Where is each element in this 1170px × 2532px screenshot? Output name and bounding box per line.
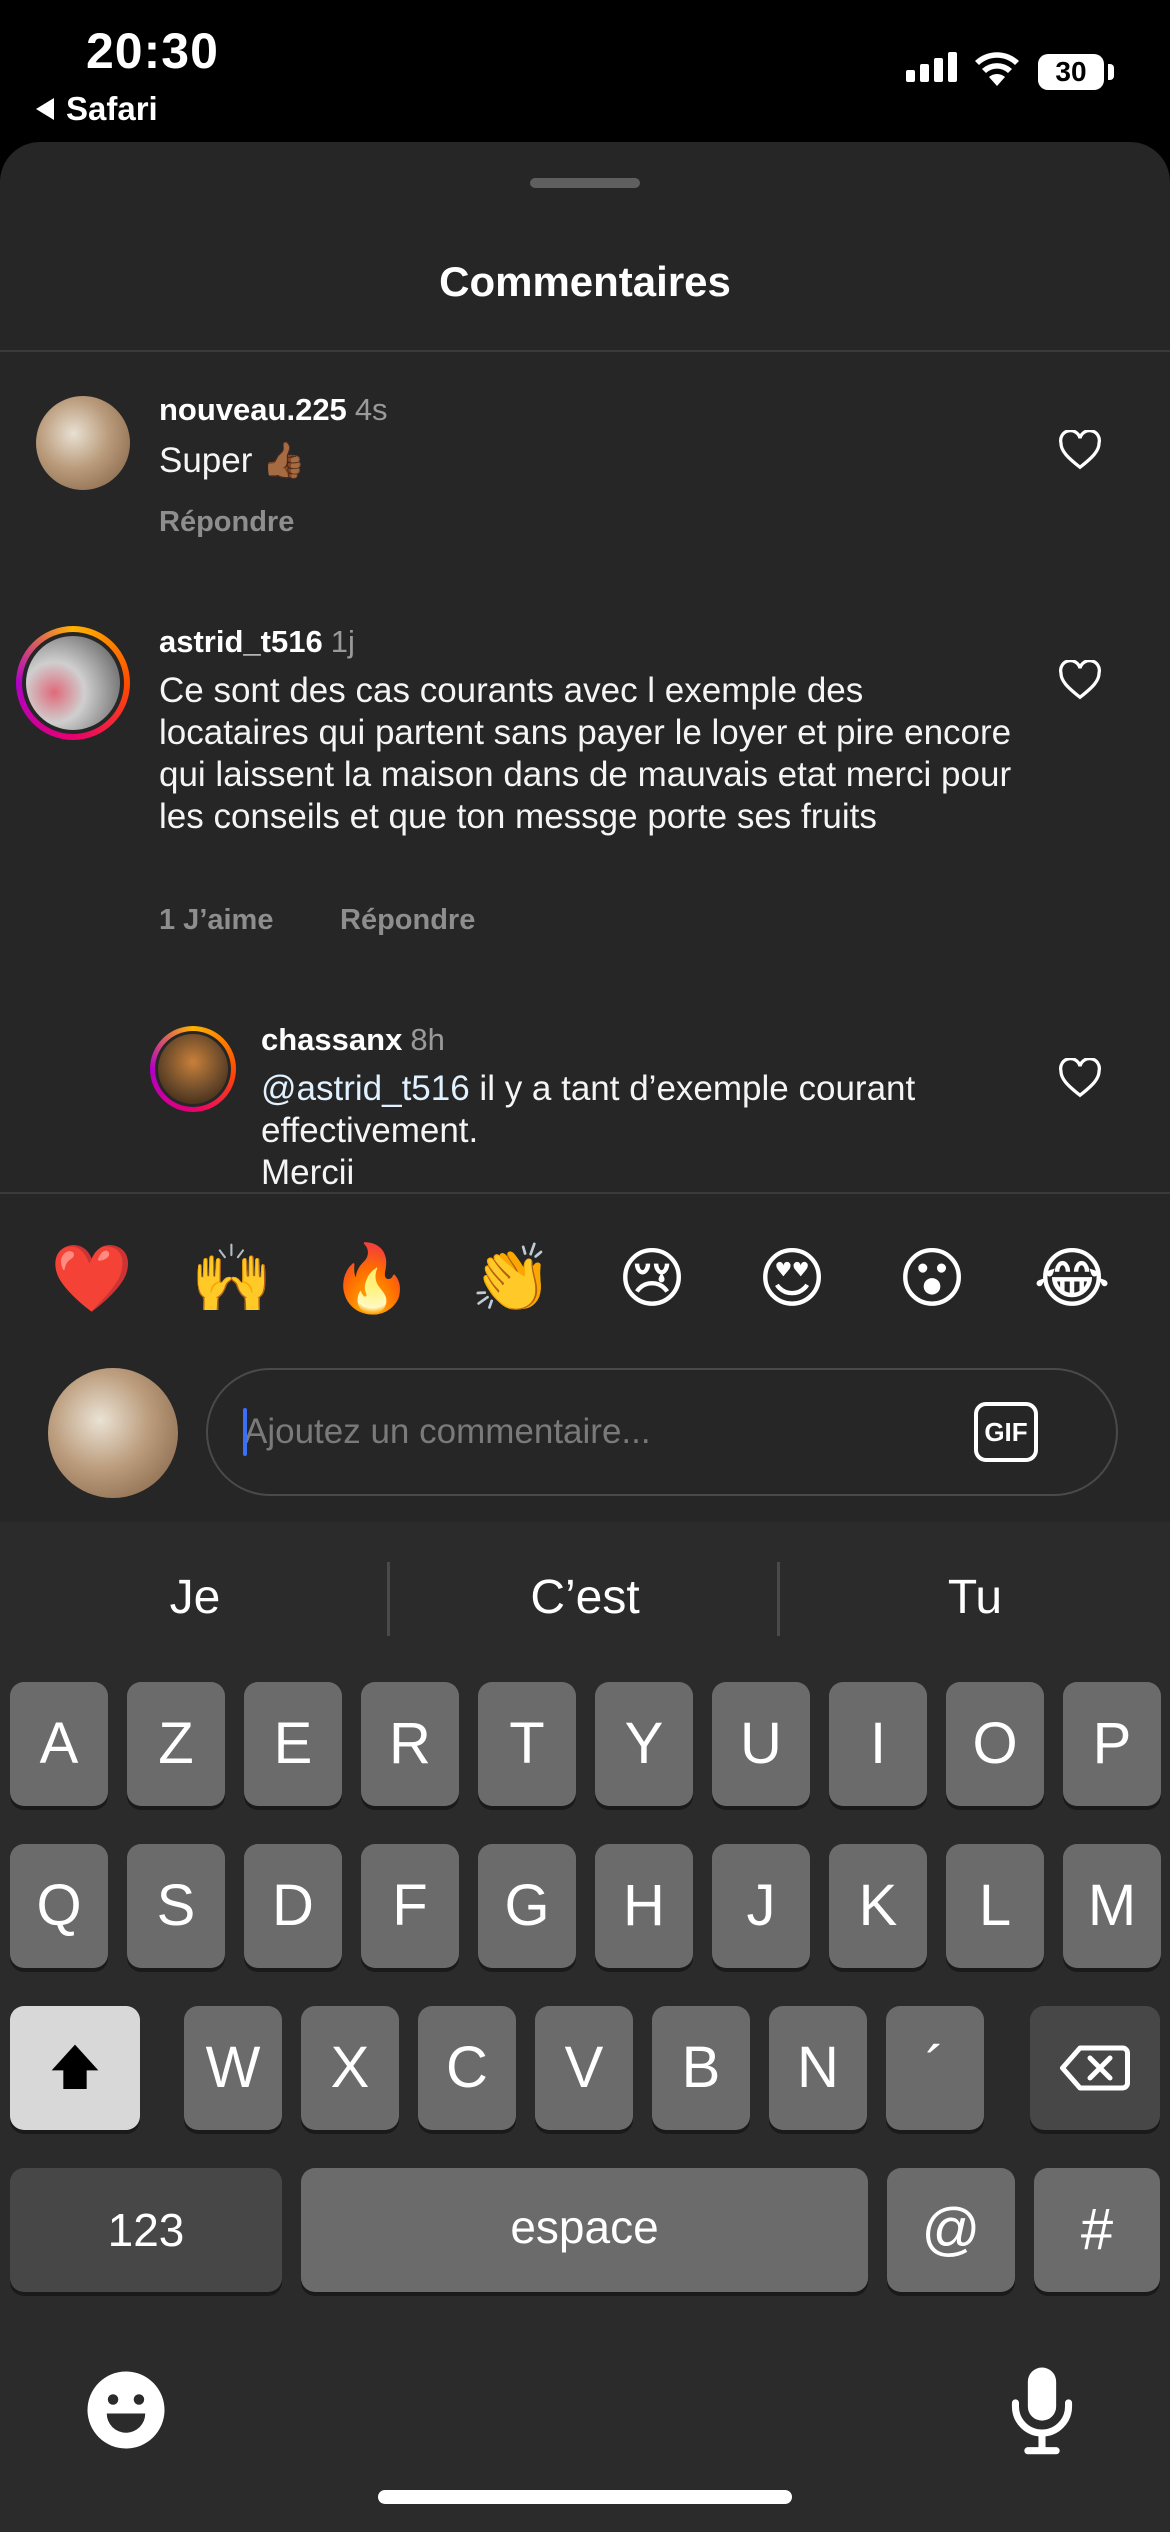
sheet-grabber[interactable] (530, 178, 640, 188)
backspace-icon (1060, 2045, 1130, 2091)
comment-time: 1j (330, 624, 355, 659)
key-w[interactable]: W (184, 2006, 282, 2130)
comment-body-line2: Mercii (261, 1153, 355, 1192)
suggestion-2[interactable]: C’est (395, 1570, 775, 1625)
comment-header: astrid_t516 1j (159, 624, 355, 660)
reaction-clap[interactable]: 👏 (462, 1240, 562, 1318)
back-to-app-button[interactable]: Safari (36, 90, 158, 128)
comment-text: Ce sont des cas courants avec l exemple … (159, 671, 1012, 836)
story-ring[interactable] (150, 1026, 236, 1112)
back-arrow-icon (36, 98, 54, 120)
key-t[interactable]: T (478, 1682, 576, 1806)
key-y[interactable]: Y (595, 1682, 693, 1806)
back-app-label: Safari (66, 90, 158, 127)
key-m[interactable]: M (1063, 1844, 1161, 1968)
key-i[interactable]: I (829, 1682, 927, 1806)
comment-username[interactable]: nouveau.225 (159, 392, 347, 427)
reaction-heart[interactable]: ❤️ (42, 1240, 142, 1318)
numbers-key[interactable]: 123 (10, 2168, 282, 2292)
comment-username[interactable]: chassanx (261, 1022, 402, 1057)
key-h[interactable]: H (595, 1844, 693, 1968)
backspace-key[interactable] (1030, 2006, 1160, 2130)
reaction-fire[interactable]: 🔥 (322, 1240, 422, 1318)
gif-button[interactable]: GIF (974, 1402, 1038, 1462)
avatar (26, 636, 120, 730)
sheet-title: Commentaires (439, 258, 731, 305)
shift-arrow-icon (51, 2044, 99, 2089)
reaction-crying[interactable]: 😢 (602, 1240, 702, 1317)
key-z[interactable]: Z (127, 1682, 225, 1806)
like-heart-icon[interactable] (1058, 1058, 1102, 1098)
suggestion-divider (777, 1562, 780, 1636)
suggestion-divider (387, 1562, 390, 1636)
home-indicator[interactable] (378, 2490, 792, 2504)
key-f[interactable]: F (361, 1844, 459, 1968)
key-k[interactable]: K (829, 1844, 927, 1968)
at-key[interactable]: @ (887, 2168, 1015, 2292)
shift-key[interactable] (10, 2006, 140, 2130)
reaction-surprised[interactable]: 😮 (882, 1240, 982, 1317)
reaction-heart-eyes[interactable]: 😍 (742, 1240, 842, 1317)
key-e[interactable]: E (244, 1682, 342, 1806)
emoji-keyboard-icon[interactable] (84, 2368, 168, 2452)
comment-header: nouveau.225 4s (159, 392, 388, 428)
key-x[interactable]: X (301, 2006, 399, 2130)
suggestion-1[interactable]: Je (5, 1570, 385, 1625)
mention-link[interactable]: @astrid_t516 (261, 1069, 470, 1108)
comment-input-placeholder: Ajoutez un commentaire... (244, 1412, 651, 1451)
comment-header: chassanx 8h (261, 1022, 445, 1058)
key-n[interactable]: N (769, 2006, 867, 2130)
cellular-signal-icon (906, 52, 957, 82)
key-r[interactable]: R (361, 1682, 459, 1806)
story-ring[interactable] (16, 626, 130, 740)
key-j[interactable]: J (712, 1844, 810, 1968)
key-g[interactable]: G (478, 1844, 576, 1968)
space-key[interactable]: espace (301, 2168, 868, 2292)
reply-button[interactable]: Répondre (340, 904, 475, 937)
key-b[interactable]: B (652, 2006, 750, 2130)
key-accent[interactable]: ´ (886, 2006, 984, 2130)
reactions-divider (0, 1192, 1170, 1194)
key-l[interactable]: L (946, 1844, 1044, 1968)
like-heart-icon[interactable] (1058, 660, 1102, 700)
key-a[interactable]: A (10, 1682, 108, 1806)
status-time: 20:30 (86, 23, 219, 79)
key-d[interactable]: D (244, 1844, 342, 1968)
like-heart-icon[interactable] (1058, 430, 1102, 470)
key-u[interactable]: U (712, 1682, 810, 1806)
likes-count[interactable]: 1 J’aime (159, 904, 273, 937)
key-o[interactable]: O (946, 1682, 1044, 1806)
key-c[interactable]: C (418, 2006, 516, 2130)
my-avatar (48, 1368, 178, 1498)
header-divider (0, 350, 1170, 352)
key-v[interactable]: V (535, 2006, 633, 2130)
avatar (158, 1034, 228, 1104)
key-s[interactable]: S (127, 1844, 225, 1968)
avatar[interactable] (36, 396, 130, 490)
battery-icon: 30 (1038, 54, 1104, 90)
key-p[interactable]: P (1063, 1682, 1161, 1806)
comment-text: @astrid_t516 il y a tant d’exemple coura… (261, 1068, 981, 1194)
comment-time: 8h (410, 1022, 445, 1057)
key-q[interactable]: Q (10, 1844, 108, 1968)
reply-button[interactable]: Répondre (159, 506, 294, 539)
reaction-laughing[interactable]: 😂 (1022, 1240, 1122, 1317)
suggestion-3[interactable]: Tu (785, 1570, 1165, 1625)
comment-text: Super 👍🏾 (159, 441, 306, 480)
comment-time: 4s (354, 392, 388, 427)
hash-key[interactable]: # (1034, 2168, 1160, 2292)
wifi-icon (975, 52, 1019, 86)
battery-cap (1108, 64, 1114, 80)
text-cursor (243, 1408, 247, 1456)
reaction-raised-hands[interactable]: 🙌 (182, 1240, 282, 1318)
comment-username[interactable]: astrid_t516 (159, 624, 323, 659)
microphone-icon[interactable] (1004, 2364, 1080, 2456)
